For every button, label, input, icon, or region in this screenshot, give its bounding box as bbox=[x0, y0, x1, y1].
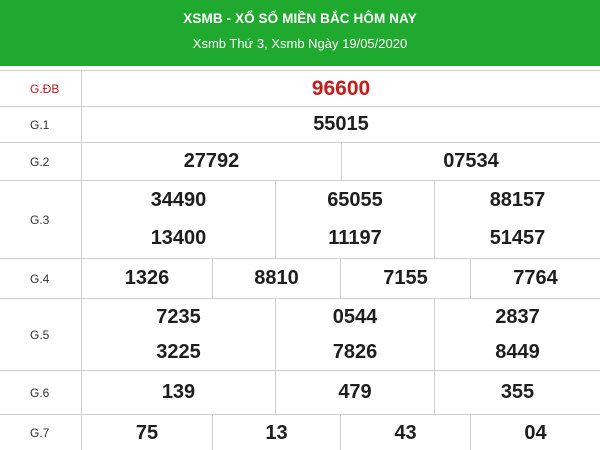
prize-label-g6: G.6 bbox=[0, 371, 82, 414]
prize-row-g1: G.1 55015 bbox=[0, 107, 600, 143]
prize-label-g3: G.3 bbox=[0, 181, 82, 258]
g3-number: 13400 bbox=[150, 227, 207, 249]
g5-number: 3225 bbox=[156, 341, 201, 363]
g4-number: 7155 bbox=[340, 259, 470, 298]
draw-date-subtitle: Xsmb Thứ 3, Xsmb Ngày 19/05/2020 bbox=[192, 36, 408, 51]
g2-number: 07534 bbox=[341, 143, 600, 180]
prize-row-g3: G.3 34490 65055 88157 13400 11197 51457 bbox=[0, 181, 600, 259]
g5-number: 8449 bbox=[434, 335, 600, 370]
g7-number: 75 bbox=[135, 421, 159, 444]
g3-number: 51457 bbox=[434, 219, 600, 258]
g7-number: 13 bbox=[212, 415, 340, 450]
lottery-results-page: XSMB - XỔ SỐ MIỀN BẮC HÔM NAY Xsmb Thứ 3… bbox=[0, 0, 600, 450]
g5-number: 7826 bbox=[275, 335, 434, 370]
g5-number: 7235 bbox=[156, 305, 201, 328]
prize-row-g2: G.2 27792 07534 bbox=[0, 143, 600, 181]
prize-label-g5: G.5 bbox=[0, 299, 82, 370]
g2-number: 27792 bbox=[183, 150, 240, 172]
prize-row-g4: G.4 1326 8810 7155 7764 bbox=[0, 259, 600, 299]
g6-number: 355 bbox=[434, 371, 600, 414]
page-title: XSMB - XỔ SỐ MIỀN BẮC HÔM NAY bbox=[183, 11, 417, 26]
prize-label-g1: G.1 bbox=[0, 107, 82, 142]
g6-number: 479 bbox=[275, 371, 434, 414]
results-table: G.ĐB 96600 G.1 55015 G.2 27792 07534 G.3… bbox=[0, 70, 600, 450]
g5-number: 2837 bbox=[434, 299, 600, 335]
g4-number: 7764 bbox=[470, 259, 600, 298]
g7-number: 04 bbox=[470, 415, 600, 450]
prize-row-g5: G.5 7235 0544 2837 3225 7826 8449 bbox=[0, 299, 600, 371]
g3-number: 34490 bbox=[150, 188, 207, 211]
g1-number: 55015 bbox=[313, 113, 369, 135]
prize-label-g7: G.7 bbox=[0, 415, 82, 450]
prize-row-g7: G.7 75 13 43 04 bbox=[0, 415, 600, 450]
g3-number: 11197 bbox=[275, 219, 434, 258]
prize-label-g4: G.4 bbox=[0, 259, 82, 298]
g3-number: 65055 bbox=[275, 181, 434, 219]
g4-number: 1326 bbox=[124, 267, 170, 289]
prize-row-special: G.ĐB 96600 bbox=[0, 71, 600, 107]
g4-number: 8810 bbox=[212, 259, 340, 298]
prize-label-special: G.ĐB bbox=[0, 71, 82, 106]
g6-number: 139 bbox=[161, 381, 196, 403]
prize-row-g6: G.6 139 479 355 bbox=[0, 371, 600, 415]
g5-number: 0544 bbox=[275, 299, 434, 335]
prize-label-g2: G.2 bbox=[0, 143, 82, 180]
results-header: XSMB - XỔ SỐ MIỀN BẮC HÔM NAY Xsmb Thứ 3… bbox=[0, 0, 600, 66]
special-prize-number: 96600 bbox=[311, 76, 371, 100]
g7-number: 43 bbox=[340, 415, 470, 450]
g3-number: 88157 bbox=[434, 181, 600, 219]
